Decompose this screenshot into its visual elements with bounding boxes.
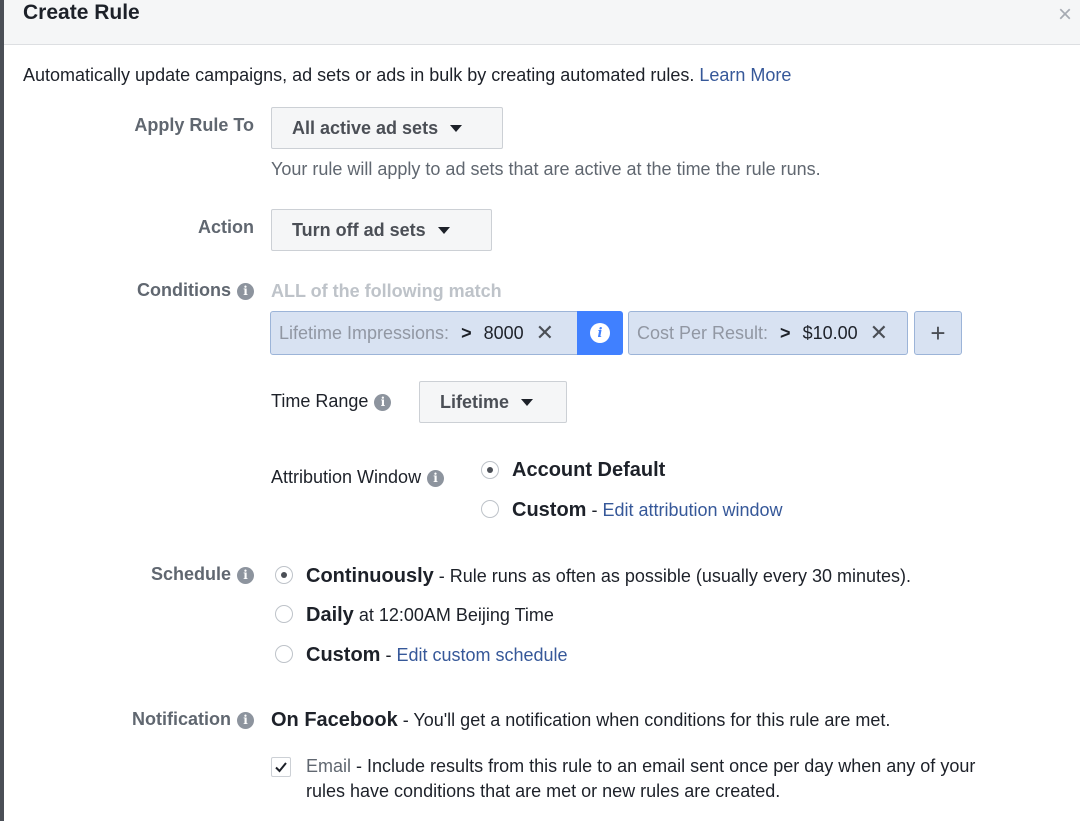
apply-rule-label: Apply Rule To (134, 115, 254, 135)
info-icon[interactable]: i (237, 566, 254, 584)
schedule-label-text: Schedule (150, 564, 231, 584)
option-title: Continuously (306, 565, 434, 587)
schedule-continuously-radio[interactable] (275, 566, 293, 584)
option-description: at 12:00AM Beijing Time (353, 605, 554, 625)
check-icon (275, 762, 287, 773)
action-dropdown[interactable]: Turn off ad sets (271, 209, 492, 251)
notification-facebook-title: On Facebook (271, 709, 398, 731)
chevron-down-icon (521, 398, 534, 406)
schedule-custom-option[interactable]: Custom - Edit custom schedule (306, 644, 568, 667)
option-separator: - (380, 645, 397, 665)
email-label: Email (306, 756, 352, 776)
option-title: Custom (512, 499, 587, 521)
attribution-custom-radio[interactable] (481, 500, 499, 518)
intro-description: Automatically update campaigns, ad sets … (23, 65, 695, 85)
condition-value: 8000 (483, 322, 524, 343)
schedule-continuously-option[interactable]: Continuously - Rule runs as often as pos… (306, 565, 911, 588)
intro-text: Automatically update campaigns, ad sets … (23, 65, 791, 86)
attribution-custom-option[interactable]: Custom - Edit attribution window (512, 499, 783, 522)
conditions-label-text: Conditions (137, 280, 231, 300)
close-icon[interactable]: × (1058, 1, 1072, 29)
info-icon[interactable]: i (237, 282, 254, 300)
condition-field: Lifetime Impressions: (279, 322, 450, 343)
email-option-line1[interactable]: Email - Include results from this rule t… (306, 756, 975, 777)
action-value: Turn off ad sets (292, 219, 426, 240)
dialog-header: Create Rule × (4, 0, 1080, 45)
apply-rule-dropdown[interactable]: All active ad sets (271, 107, 503, 149)
condition-field: Cost Per Result: (637, 322, 769, 343)
action-label: Action (198, 217, 254, 237)
conditions-label: Conditions i (137, 280, 254, 301)
apply-rule-help: Your rule will apply to ad sets that are… (271, 159, 821, 179)
attribution-window-label: Attribution Window i (271, 467, 445, 488)
remove-condition-icon[interactable]: ✕ (870, 320, 888, 346)
schedule-daily-option[interactable]: Daily at 12:00AM Beijing Time (306, 604, 554, 627)
learn-more-link[interactable]: Learn More (699, 65, 791, 85)
condition-info-button[interactable]: i (577, 311, 623, 355)
email-description: - Include results from this rule to an e… (351, 756, 976, 776)
option-description: - Rule runs as often as possible (usuall… (433, 566, 911, 586)
notification-facebook: On Facebook - You'll get a notification … (271, 709, 890, 732)
condition-chip-cost-per-result[interactable]: Cost Per Result: > $10.00 ✕ (628, 311, 908, 355)
schedule-custom-radio[interactable] (275, 645, 293, 663)
remove-condition-icon[interactable]: ✕ (536, 320, 554, 346)
notification-facebook-desc: - You'll get a notification when conditi… (397, 710, 891, 730)
chevron-down-icon (450, 124, 463, 132)
condition-value: $10.00 (802, 322, 858, 343)
info-icon: i (590, 323, 610, 343)
edit-attribution-window-link[interactable]: Edit attribution window (602, 500, 782, 520)
condition-operator: > (461, 322, 472, 343)
chevron-down-icon (437, 226, 450, 234)
option-title: Account Default (512, 459, 666, 481)
info-icon[interactable]: i (374, 393, 392, 411)
email-checkbox[interactable] (271, 757, 291, 777)
time-range-label: Time Range i (271, 391, 392, 412)
time-range-value: Lifetime (440, 391, 510, 412)
info-icon[interactable]: i (237, 711, 254, 729)
schedule-label: Schedule i (151, 564, 254, 585)
apply-rule-value: All active ad sets (292, 117, 439, 138)
time-range-dropdown[interactable]: Lifetime (419, 381, 567, 423)
option-title: Daily (306, 604, 354, 626)
notification-label-text: Notification (132, 709, 231, 729)
conditions-header: ALL of the following match (271, 281, 502, 301)
condition-chip-impressions[interactable]: Lifetime Impressions: > 8000 ✕ (270, 311, 578, 355)
condition-operator: > (780, 322, 791, 343)
schedule-daily-radio[interactable] (275, 605, 293, 623)
option-separator: - (586, 500, 603, 520)
email-option-line2: rules have conditions that are met or ne… (306, 781, 781, 801)
option-title: Custom (306, 644, 381, 666)
time-range-label-text: Time Range (271, 391, 369, 411)
attribution-account-default-option[interactable]: Account Default (512, 459, 665, 482)
create-rule-dialog: Create Rule × Automatically update campa… (4, 0, 1080, 821)
notification-label: Notification i (132, 709, 254, 730)
add-condition-button[interactable]: + (914, 311, 962, 355)
info-icon[interactable]: i (427, 469, 445, 487)
attribution-account-default-radio[interactable] (481, 461, 499, 479)
edit-custom-schedule-link[interactable]: Edit custom schedule (396, 645, 567, 665)
dialog-title: Create Rule (23, 1, 140, 24)
attribution-window-label-text: Attribution Window (271, 467, 422, 487)
